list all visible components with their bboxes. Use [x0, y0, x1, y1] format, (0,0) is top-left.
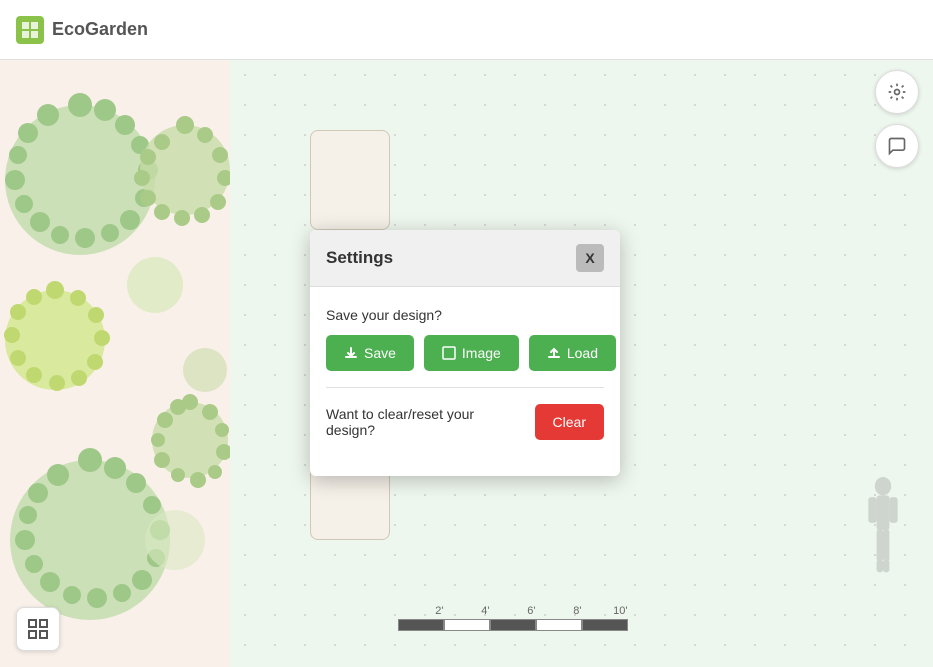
clear-row: Want to clear/reset your design? Clear: [326, 404, 604, 440]
clear-section-label: Want to clear/reset your design?: [326, 406, 523, 438]
clear-button[interactable]: Clear: [535, 404, 604, 440]
upload-icon: [547, 346, 561, 360]
save-section: Save your design? Save Image: [326, 307, 604, 371]
modal-title: Settings: [326, 248, 393, 268]
modal-close-button[interactable]: X: [576, 244, 604, 272]
image-label: Image: [462, 345, 501, 361]
save-btn-group: Save Image Load: [326, 335, 604, 371]
settings-modal: Settings X Save your design? Save: [310, 230, 620, 476]
canvas-area: EcoGarden: [0, 0, 933, 667]
modal-header: Settings X: [310, 230, 620, 287]
section-divider: [326, 387, 604, 388]
image-button[interactable]: Image: [424, 335, 519, 371]
clear-section: Want to clear/reset your design? Clear: [326, 404, 604, 440]
image-icon: [442, 346, 456, 360]
save-label: Save: [364, 345, 396, 361]
download-icon: [344, 346, 358, 360]
modal-overlay: Settings X Save your design? Save: [0, 0, 933, 667]
modal-body: Save your design? Save Image: [310, 287, 620, 476]
save-section-title: Save your design?: [326, 307, 604, 323]
load-button[interactable]: Load: [529, 335, 616, 371]
load-label: Load: [567, 345, 598, 361]
save-button[interactable]: Save: [326, 335, 414, 371]
